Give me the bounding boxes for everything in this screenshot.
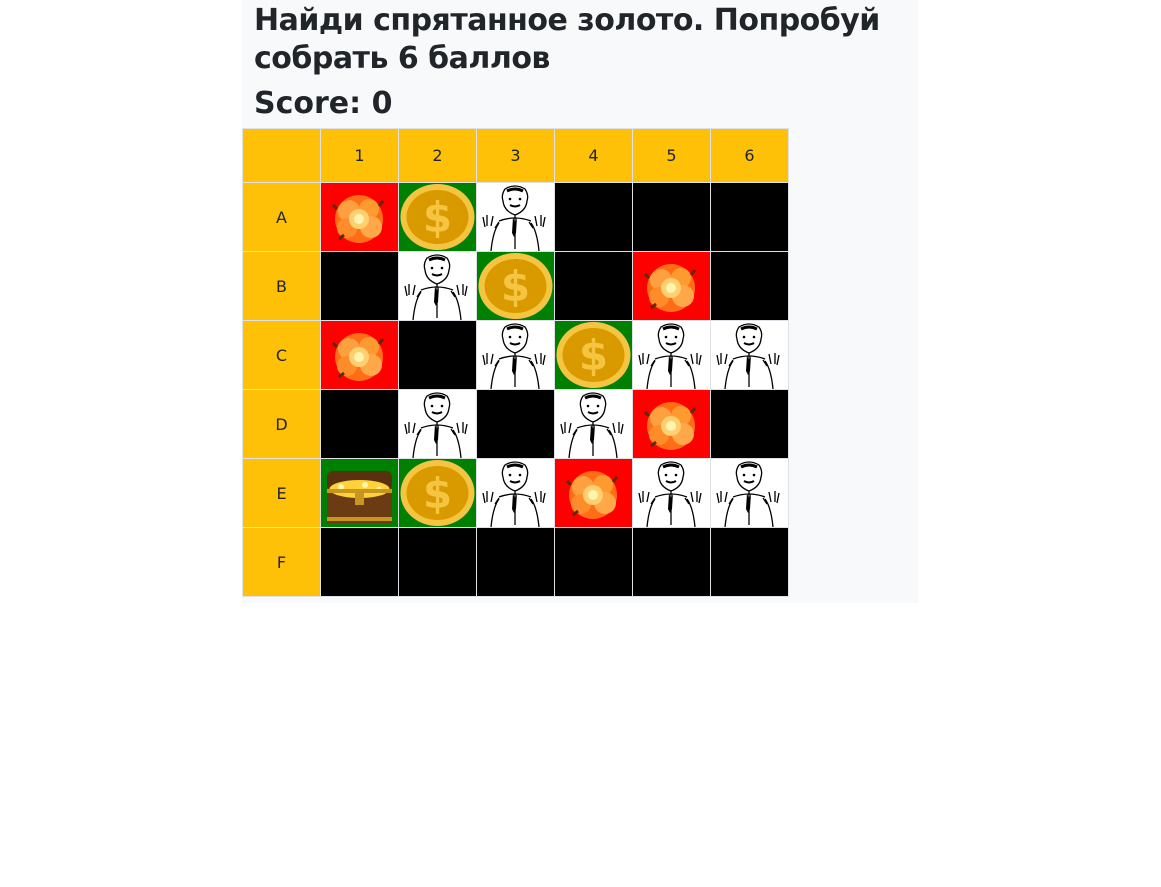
svg-text:$: $ <box>579 331 608 380</box>
row-header: F <box>242 527 321 597</box>
svg-text:$: $ <box>501 262 530 311</box>
board-cell-e5[interactable] <box>632 458 711 528</box>
explosion-icon <box>555 459 632 527</box>
row-header: B <box>242 251 321 321</box>
board-cell-f6[interactable] <box>710 527 789 597</box>
board-cell-c4[interactable]: $ <box>554 320 633 390</box>
board-cell-a6[interactable] <box>710 182 789 252</box>
board-cell-a2[interactable]: $ <box>398 182 477 252</box>
board-cell-b3[interactable]: $ <box>476 251 555 321</box>
board-cell-f1[interactable] <box>320 527 399 597</box>
column-header: 5 <box>632 128 711 183</box>
svg-text:$: $ <box>423 469 452 518</box>
score-value: 0 <box>371 86 393 121</box>
board-row-a: A $ <box>242 182 789 252</box>
explosion-icon <box>633 252 710 320</box>
score-display: Score: 0 <box>254 85 392 123</box>
board-row-c: C $ <box>242 320 789 390</box>
svg-text:$: $ <box>423 193 452 242</box>
column-header-row: 1 2 3 4 5 6 <box>242 128 789 183</box>
board-row-b: B $ <box>242 251 789 321</box>
board-row-f: F <box>242 527 789 597</box>
column-header: 1 <box>320 128 399 183</box>
board-cell-d3[interactable] <box>476 389 555 459</box>
board-cell-e6[interactable] <box>710 458 789 528</box>
row-header: A <box>242 182 321 252</box>
explosion-icon <box>321 321 398 389</box>
board-cell-f5[interactable] <box>632 527 711 597</box>
board-cell-e4[interactable] <box>554 458 633 528</box>
man-raising-hands-icon <box>711 459 788 527</box>
man-raising-hands-icon <box>711 321 788 389</box>
row-header: C <box>242 320 321 390</box>
board-row-e: E $ <box>242 458 789 528</box>
board-cell-b1[interactable] <box>320 251 399 321</box>
board-cell-c5[interactable] <box>632 320 711 390</box>
man-raising-hands-icon <box>477 183 554 251</box>
board-cell-a1[interactable] <box>320 182 399 252</box>
man-raising-hands-icon <box>399 252 476 320</box>
board-cell-d2[interactable] <box>398 389 477 459</box>
man-raising-hands-icon <box>555 390 632 458</box>
board-cell-c3[interactable] <box>476 320 555 390</box>
board-cell-b4[interactable] <box>554 251 633 321</box>
board-cell-a4[interactable] <box>554 182 633 252</box>
dollar-coin-icon: $ <box>477 252 554 320</box>
man-raising-hands-icon <box>633 321 710 389</box>
column-header: 3 <box>476 128 555 183</box>
board-cell-d4[interactable] <box>554 389 633 459</box>
score-label: Score: <box>254 86 362 121</box>
treasure-chest-icon <box>321 459 398 527</box>
board-cell-d1[interactable] <box>320 389 399 459</box>
dollar-coin-icon: $ <box>399 459 476 527</box>
column-header: 2 <box>398 128 477 183</box>
dollar-coin-icon: $ <box>399 183 476 251</box>
row-header: D <box>242 389 321 459</box>
board-row-d: D <box>242 389 789 459</box>
man-raising-hands-icon <box>633 459 710 527</box>
man-raising-hands-icon <box>399 390 476 458</box>
game-board: 1 2 3 4 5 6 A $ B $ C $ D E $ F <box>242 128 789 597</box>
board-cell-e1[interactable] <box>320 458 399 528</box>
explosion-icon <box>633 390 710 458</box>
board-cell-b6[interactable] <box>710 251 789 321</box>
board-cell-a5[interactable] <box>632 182 711 252</box>
dollar-coin-icon: $ <box>555 321 632 389</box>
board-cell-a3[interactable] <box>476 182 555 252</box>
column-header: 6 <box>710 128 789 183</box>
page-title: Найди спрятанное золото. Попробуй собрат… <box>254 3 880 76</box>
board-cell-f3[interactable] <box>476 527 555 597</box>
board-cell-b5[interactable] <box>632 251 711 321</box>
board-cell-c6[interactable] <box>710 320 789 390</box>
board-cell-c1[interactable] <box>320 320 399 390</box>
row-header: E <box>242 458 321 528</box>
board-cell-d6[interactable] <box>710 389 789 459</box>
board-cell-c2[interactable] <box>398 320 477 390</box>
board-cell-e3[interactable] <box>476 458 555 528</box>
column-header: 4 <box>554 128 633 183</box>
explosion-icon <box>321 183 398 251</box>
board-cell-b2[interactable] <box>398 251 477 321</box>
man-raising-hands-icon <box>477 321 554 389</box>
corner-cell <box>242 128 321 183</box>
board-cell-f4[interactable] <box>554 527 633 597</box>
man-raising-hands-icon <box>477 459 554 527</box>
board-cell-f2[interactable] <box>398 527 477 597</box>
board-cell-e2[interactable]: $ <box>398 458 477 528</box>
board-cell-d5[interactable] <box>632 389 711 459</box>
